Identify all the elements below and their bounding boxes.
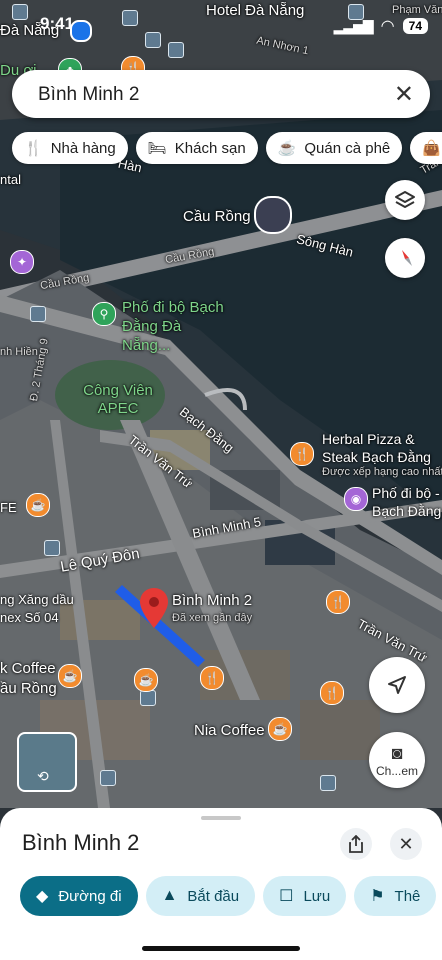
compass-icon bbox=[402, 250, 412, 266]
lens-label: Ch...em bbox=[375, 763, 418, 778]
action-label: Lưu bbox=[303, 887, 331, 905]
sheet-drag-handle[interactable] bbox=[201, 816, 241, 820]
share-icon bbox=[349, 835, 363, 853]
camera-icon: ◙ bbox=[391, 742, 403, 763]
camera-marker-icon[interactable]: ◉ bbox=[344, 487, 368, 511]
category-chips: 🍴 Nhà hàng 🛏 Khách sạn ☕ Quán cà phê 👜 M… bbox=[12, 132, 442, 164]
save-button[interactable]: ☐ Lưu bbox=[263, 876, 347, 916]
search-bar[interactable]: Bình Minh 2 ✕ bbox=[12, 70, 430, 118]
street-view-thumbnail[interactable]: ⟲ bbox=[17, 732, 77, 792]
location-pin-icon[interactable] bbox=[140, 588, 168, 628]
map-label: Cầu Rồng bbox=[183, 208, 251, 225]
chip-cafes[interactable]: ☕ Quán cà phê bbox=[265, 132, 403, 164]
bookmark-icon: ☐ bbox=[279, 888, 294, 905]
fork-knife-icon: 🍴 bbox=[24, 140, 43, 157]
dragon-bridge-photo-marker[interactable] bbox=[254, 196, 292, 234]
battery-icon: 74 bbox=[402, 18, 428, 34]
location-services-icon bbox=[70, 20, 92, 42]
coffee-marker-icon[interactable]: ☕ bbox=[58, 664, 82, 688]
bed-icon: 🛏 bbox=[147, 140, 167, 157]
navigation-arrow-icon: ▲ bbox=[161, 887, 178, 904]
map-label: ntal bbox=[0, 172, 21, 187]
action-label: Bắt đầu bbox=[187, 887, 240, 905]
action-label: Đường đi bbox=[58, 887, 122, 905]
share-button[interactable] bbox=[340, 828, 372, 860]
add-label-button[interactable]: ⚑ Thê bbox=[354, 876, 437, 916]
map-label: Nia Coffee bbox=[194, 722, 265, 739]
close-button[interactable]: ✕ bbox=[390, 828, 422, 860]
bus-stop-icon[interactable] bbox=[320, 775, 336, 791]
chip-label: Khách sạn bbox=[174, 139, 246, 157]
layers-icon bbox=[395, 191, 415, 208]
walking-street-marker-icon[interactable]: ⚲ bbox=[92, 302, 116, 326]
bus-stop-icon[interactable] bbox=[140, 690, 156, 706]
search-input[interactable]: Bình Minh 2 bbox=[38, 84, 139, 106]
action-row: ◆ Đường đi ▲ Bắt đầu ☐ Lưu ⚑ Thê bbox=[20, 876, 437, 916]
directions-button[interactable]: ◆ Đường đi bbox=[20, 876, 138, 916]
chip-label: Nhà hàng bbox=[50, 139, 116, 157]
chip-restaurants[interactable]: 🍴 Nhà hàng bbox=[12, 132, 128, 164]
place-sheet[interactable]: Bình Minh 2 ✕ ◆ Đường đi ▲ Bắt đầu ☐ Lưu… bbox=[0, 808, 442, 960]
coffee-icon: ☕ bbox=[277, 140, 297, 157]
map-label: ầu Rồng bbox=[0, 680, 57, 697]
map-label: Đã xem gần đây bbox=[172, 612, 253, 624]
signal-icon: ▂▃▅▇ bbox=[333, 17, 374, 34]
chip-hotels[interactable]: 🛏 Khách sạn bbox=[135, 132, 258, 164]
chip-label: Quán cà phê bbox=[304, 139, 391, 157]
restaurant-marker-icon[interactable]: 🍴 bbox=[200, 666, 224, 690]
attraction-marker-icon[interactable]: ✦ bbox=[10, 250, 34, 274]
layers-button[interactable] bbox=[385, 180, 425, 220]
lens-button[interactable]: ◙ Ch...em bbox=[369, 732, 425, 788]
map-label: Herbal Pizza & Steak Bạch Đằng bbox=[322, 431, 431, 465]
navigation-arrow-icon bbox=[388, 676, 406, 694]
status-time: 9:41 bbox=[40, 14, 75, 33]
directions-icon: ◆ bbox=[36, 888, 49, 905]
restaurant-marker-icon[interactable]: 🍴 bbox=[320, 681, 344, 705]
map-label: nh Hiền bbox=[0, 346, 38, 358]
status-bar: 9:41 ▂▃▅▇ ◠ 74 bbox=[0, 0, 442, 50]
start-button[interactable]: ▲ Bắt đầu bbox=[145, 876, 256, 916]
coffee-marker-icon[interactable]: ☕ bbox=[268, 717, 292, 741]
place-title: Bình Minh 2 bbox=[22, 830, 140, 855]
close-icon[interactable]: ✕ bbox=[394, 80, 414, 109]
bus-stop-icon[interactable] bbox=[44, 540, 60, 556]
map-label: Phố đi bộ Bạch Đằng Đà Nẵng... bbox=[122, 299, 224, 354]
wifi-icon: ◠ bbox=[380, 18, 395, 35]
my-location-button[interactable] bbox=[369, 657, 425, 713]
coffee-marker-icon[interactable]: ☕ bbox=[134, 668, 158, 692]
map-label: ng Xăng dầu bbox=[0, 592, 74, 607]
street-view-icon: ⟲ bbox=[37, 768, 49, 784]
map-label: Công Viên APEC bbox=[83, 382, 153, 417]
map-label: k Coffee bbox=[0, 660, 56, 677]
restaurant-marker-icon[interactable]: 🍴 bbox=[326, 590, 350, 614]
chip-shopping[interactable]: 👜 Mu bbox=[410, 132, 442, 164]
action-label: Thê bbox=[394, 887, 421, 905]
map-label: FE bbox=[0, 500, 17, 515]
compass-button[interactable] bbox=[385, 238, 425, 278]
bus-stop-icon[interactable] bbox=[30, 306, 46, 322]
flag-icon: ⚑ bbox=[370, 888, 385, 905]
shopping-bag-icon: 👜 bbox=[422, 140, 441, 157]
map-label: Phố đi bộ - Bạch Đằng bbox=[372, 485, 442, 519]
close-icon: ✕ bbox=[398, 833, 414, 854]
map-label: nex Số 04 bbox=[0, 610, 59, 625]
bus-stop-icon[interactable] bbox=[100, 770, 116, 786]
restaurant-marker-icon[interactable]: 🍴 bbox=[290, 442, 314, 466]
map-label: Bình Minh 2 bbox=[172, 592, 253, 609]
map-label: Được xếp hạng cao nhất bbox=[322, 466, 442, 478]
coffee-marker-icon[interactable]: ☕ bbox=[26, 493, 50, 517]
home-indicator bbox=[142, 946, 300, 951]
